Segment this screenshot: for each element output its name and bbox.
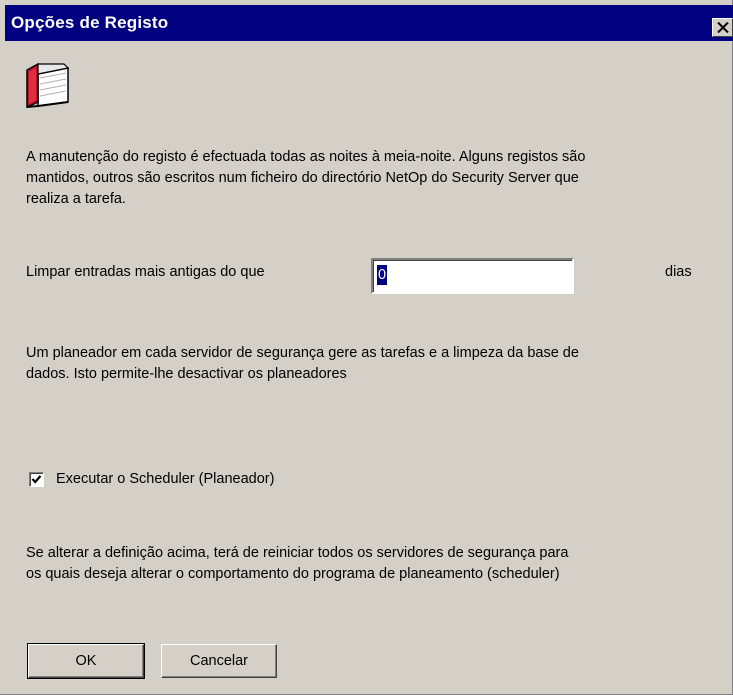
window-title: Opções de Registo xyxy=(11,13,169,32)
days-unit-label: dias xyxy=(665,264,692,280)
book-icon xyxy=(24,62,76,109)
intro-paragraph: A manutenção do registo é efectuada toda… xyxy=(26,147,585,210)
log-options-dialog: Opções de Registo A manutenção do regist… xyxy=(0,0,733,695)
run-scheduler-label[interactable]: Executar o Scheduler (Planeador) xyxy=(56,469,274,490)
intro-line: realiza a tarefa. xyxy=(26,191,126,207)
scheduler-line: Um planeador em cada servidor de seguran… xyxy=(26,345,579,361)
intro-line: mantidos, outros são escritos num fichei… xyxy=(26,170,579,186)
cancel-button[interactable]: Cancelar xyxy=(161,644,277,678)
title-bar: Opções de Registo xyxy=(5,5,733,41)
run-scheduler-checkbox[interactable] xyxy=(29,472,44,487)
purge-label: Limpar entradas mais antigas do que xyxy=(26,264,265,280)
scheduler-paragraph: Um planeador em cada servidor de seguran… xyxy=(26,343,579,385)
purge-days-input[interactable] xyxy=(371,258,574,294)
close-button[interactable] xyxy=(712,18,733,37)
checkmark-icon xyxy=(31,475,42,484)
note-line: Se alterar a definição acima, terá de re… xyxy=(26,545,569,561)
ok-button[interactable]: OK xyxy=(27,643,145,679)
scheduler-line: dados. Isto permite-lhe desactivar os pl… xyxy=(26,366,347,382)
restart-note: Se alterar a definição acima, terá de re… xyxy=(26,543,568,585)
intro-line: A manutenção do registo é efectuada toda… xyxy=(26,149,586,165)
close-icon xyxy=(717,22,729,33)
note-line: os quais deseja alterar o comportamento … xyxy=(26,566,560,582)
